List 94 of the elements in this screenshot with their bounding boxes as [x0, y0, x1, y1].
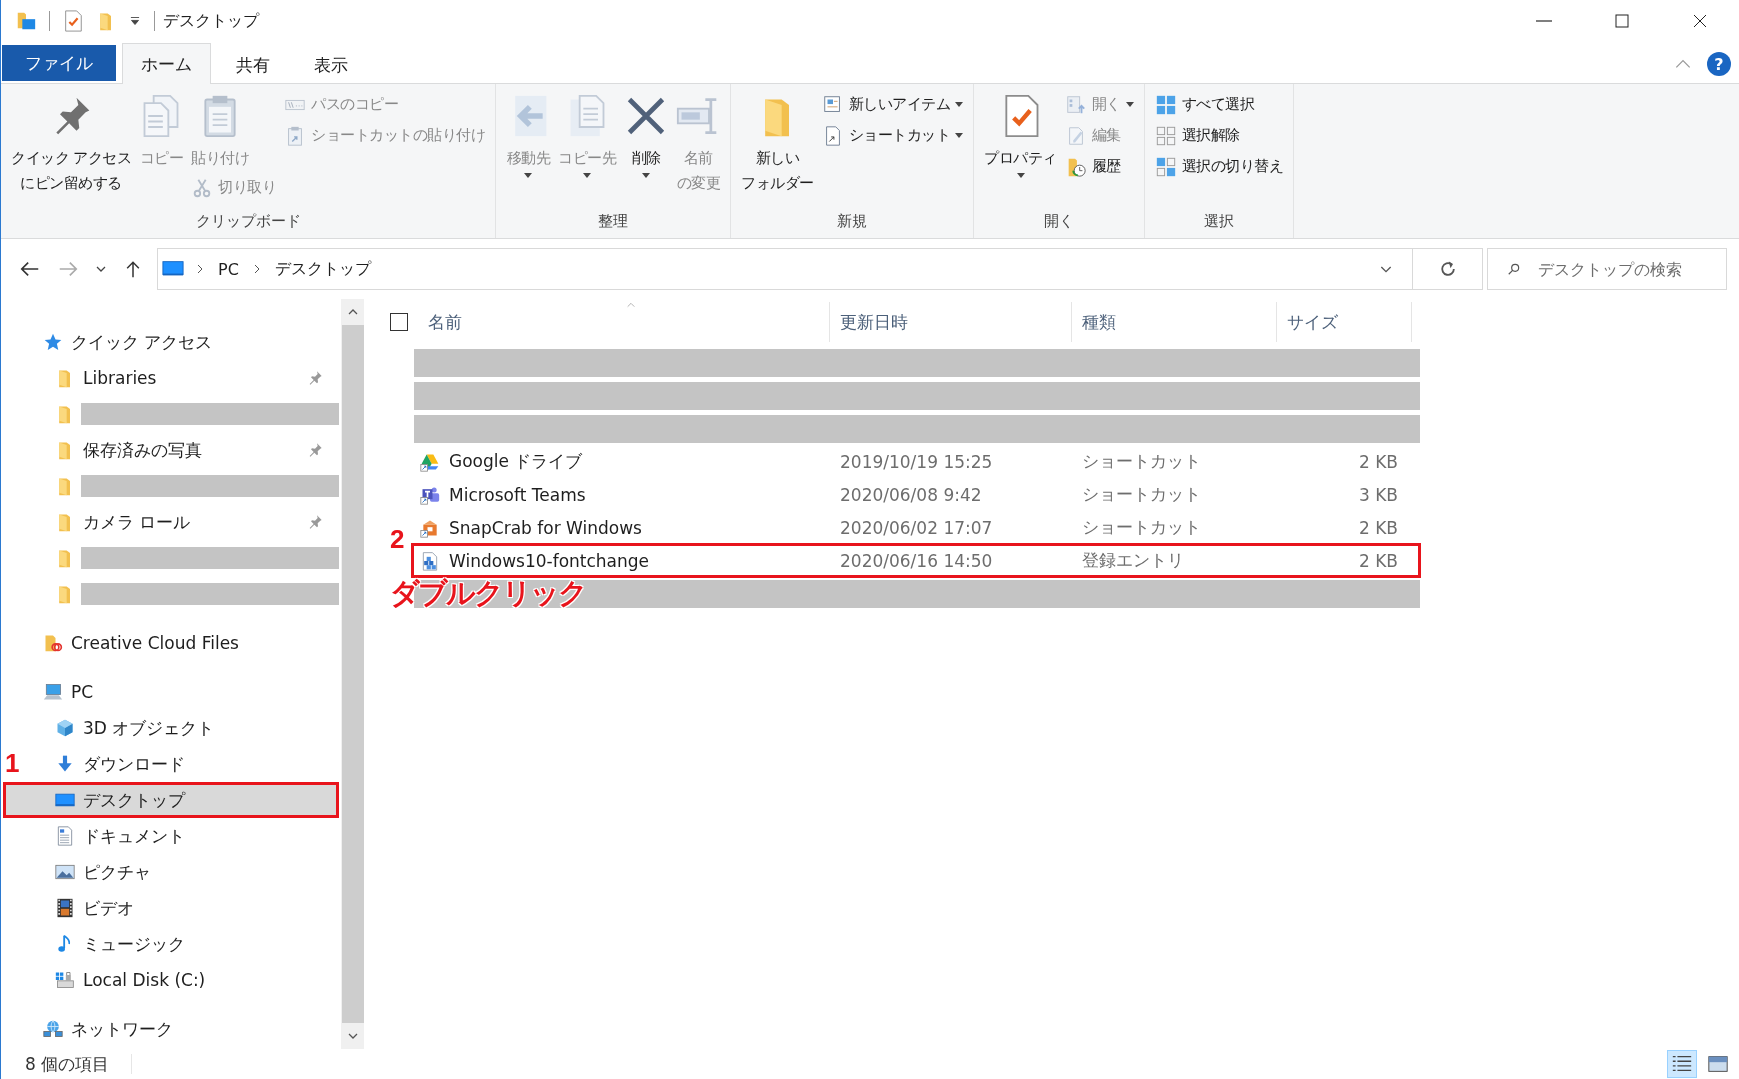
- ribbon-tab[interactable]: 共有: [217, 46, 289, 84]
- column-header[interactable]: 名前: [418, 302, 830, 342]
- ribbon-tab[interactable]: ホーム: [122, 43, 211, 84]
- ribbon-button[interactable]: 削除: [622, 88, 671, 178]
- cube-icon: [55, 718, 75, 738]
- search-field[interactable]: デスクトップの検索: [1487, 248, 1727, 290]
- properties-icon[interactable]: [62, 10, 84, 32]
- file-row[interactable]: Google ドライブ 2019/10/19 15:25 ショートカット 2 KB: [414, 447, 1418, 476]
- document-icon: [55, 826, 75, 846]
- ribbon-button[interactable]: すべて選択: [1152, 90, 1257, 119]
- nav-item[interactable]: カメラ ロール: [25, 504, 339, 540]
- close-icon: [1692, 13, 1708, 29]
- ribbon-button[interactable]: クイック アクセス にピン留めする: [9, 88, 134, 196]
- nav-item[interactable]: デスクトップ: [3, 782, 339, 818]
- table-cell-text: 2 KB: [1357, 550, 1399, 571]
- ribbon-button[interactable]: プロパティ: [982, 88, 1059, 178]
- annotation-text: ダブルクリック: [390, 575, 586, 612]
- step-number: 1: [5, 748, 20, 779]
- breadcrumb-item[interactable]: デスクトップ: [272, 258, 373, 280]
- ribbon-button[interactable]: 選択解除: [1152, 121, 1242, 150]
- address-bar[interactable]: PC デスクトップ: [157, 248, 1413, 290]
- caret-icon[interactable]: [128, 14, 142, 28]
- table-cell-text: 3 KB: [1357, 484, 1399, 505]
- maximize-icon: [1614, 13, 1630, 29]
- group-label: 開く: [1043, 211, 1076, 232]
- grid-icon: [1154, 93, 1177, 116]
- nav-item[interactable]: ネットワーク: [25, 1011, 339, 1047]
- grid-icon: [1154, 155, 1177, 178]
- table-cell-text: 2020/06/16 14:50: [839, 550, 994, 571]
- view-button[interactable]: [1667, 1050, 1697, 1078]
- minimize-icon: [1536, 20, 1552, 22]
- ribbon-button[interactable]: 新しい フォルダー: [739, 88, 816, 196]
- window-title: デスクトップ: [163, 10, 259, 32]
- scrollbar[interactable]: [341, 299, 364, 1049]
- nav-item[interactable]: 保存済みの写真: [25, 432, 339, 468]
- ribbon-button[interactable]: 新しいアイテム: [819, 90, 966, 119]
- group-label: 新規: [836, 211, 869, 232]
- table-cell-text: 2 KB: [1357, 517, 1399, 538]
- nav-item[interactable]: ミュージック: [25, 926, 339, 962]
- disk-icon: [55, 970, 75, 990]
- table-cell-text: ショートカット: [1081, 450, 1202, 473]
- file-row[interactable]: SnapCrab for Windows 2020/06/02 17:07 ショートカット 2 KB: [414, 513, 1418, 542]
- file-name: Windows10-fontchange: [449, 550, 650, 571]
- refresh-button[interactable]: [1413, 248, 1483, 290]
- ribbon-button[interactable]: 選択の切り替え: [1152, 152, 1286, 181]
- file-row[interactable]: Windows10-fontchange 2020/06/16 14:50 登録エントリ 2 KB: [414, 546, 1418, 575]
- nav-item[interactable]: Local Disk (C:): [25, 962, 339, 998]
- select-all-checkbox[interactable]: [390, 313, 408, 331]
- column-header[interactable]: 種類: [1072, 302, 1277, 342]
- nav-item[interactable]: PC: [25, 674, 339, 710]
- preview-view-icon: [1707, 1053, 1729, 1075]
- video-icon: [55, 898, 75, 918]
- ribbon-button[interactable]: 履歴: [1062, 152, 1123, 181]
- nav-item[interactable]: クイック アクセス: [25, 324, 339, 360]
- breadcrumb-item[interactable]: PC: [216, 259, 241, 279]
- file-name: Microsoft Teams: [449, 484, 586, 505]
- picture-icon: [55, 862, 75, 882]
- star-icon: [43, 332, 63, 352]
- network-icon: [43, 1019, 63, 1039]
- column-header[interactable]: サイズ: [1277, 302, 1412, 342]
- file-name: Google ドライブ: [449, 450, 583, 473]
- column-header[interactable]: 更新日時: [830, 302, 1072, 342]
- nav-item[interactable]: ピクチャ: [25, 854, 339, 890]
- table-cell-text: 2019/10/19 15:25: [839, 451, 994, 472]
- help-button[interactable]: ?: [1707, 52, 1731, 76]
- file-row[interactable]: Microsoft Teams 2020/06/08 9:42 ショートカット 3 KB: [414, 480, 1418, 509]
- nav-item[interactable]: Libraries: [25, 360, 339, 396]
- table-cell-text: ショートカット: [1081, 516, 1202, 539]
- search-icon: [1507, 262, 1521, 276]
- ribbon-button[interactable]: ショートカット: [819, 121, 966, 150]
- folder-icon[interactable]: [15, 10, 37, 32]
- ribbon-tab[interactable]: 表示: [295, 46, 367, 84]
- grid-icon: [1154, 124, 1177, 147]
- table-cell-text: 2020/06/08 9:42: [839, 484, 983, 505]
- table-cell-text: 2 KB: [1357, 451, 1399, 472]
- group-label: クリップボード: [194, 211, 302, 232]
- nav-item[interactable]: Creative Cloud Files: [25, 625, 339, 661]
- table-cell-text: 登録エントリ: [1081, 549, 1185, 572]
- computer-icon: [43, 682, 63, 702]
- item-count: 8 個の項目: [25, 1052, 110, 1076]
- nav-item[interactable]: ドキュメント: [25, 818, 339, 854]
- nav-item[interactable]: ビデオ: [25, 890, 339, 926]
- ribbon-tab[interactable]: ファイル: [2, 45, 116, 81]
- nav-item[interactable]: 3D オブジェクト: [25, 710, 339, 746]
- group-label: 整理: [597, 211, 630, 232]
- folder-icon: [43, 633, 63, 653]
- file-name: SnapCrab for Windows: [449, 517, 642, 538]
- nav-item[interactable]: ダウンロード: [25, 746, 339, 782]
- open-icon: [1064, 93, 1087, 116]
- step-number: 2: [390, 524, 405, 555]
- registry-file-icon: [420, 550, 440, 571]
- table-cell-text: ショートカット: [1081, 483, 1202, 506]
- table-cell-text: 2020/06/02 17:07: [839, 517, 994, 538]
- group-label: 選択: [1203, 211, 1236, 232]
